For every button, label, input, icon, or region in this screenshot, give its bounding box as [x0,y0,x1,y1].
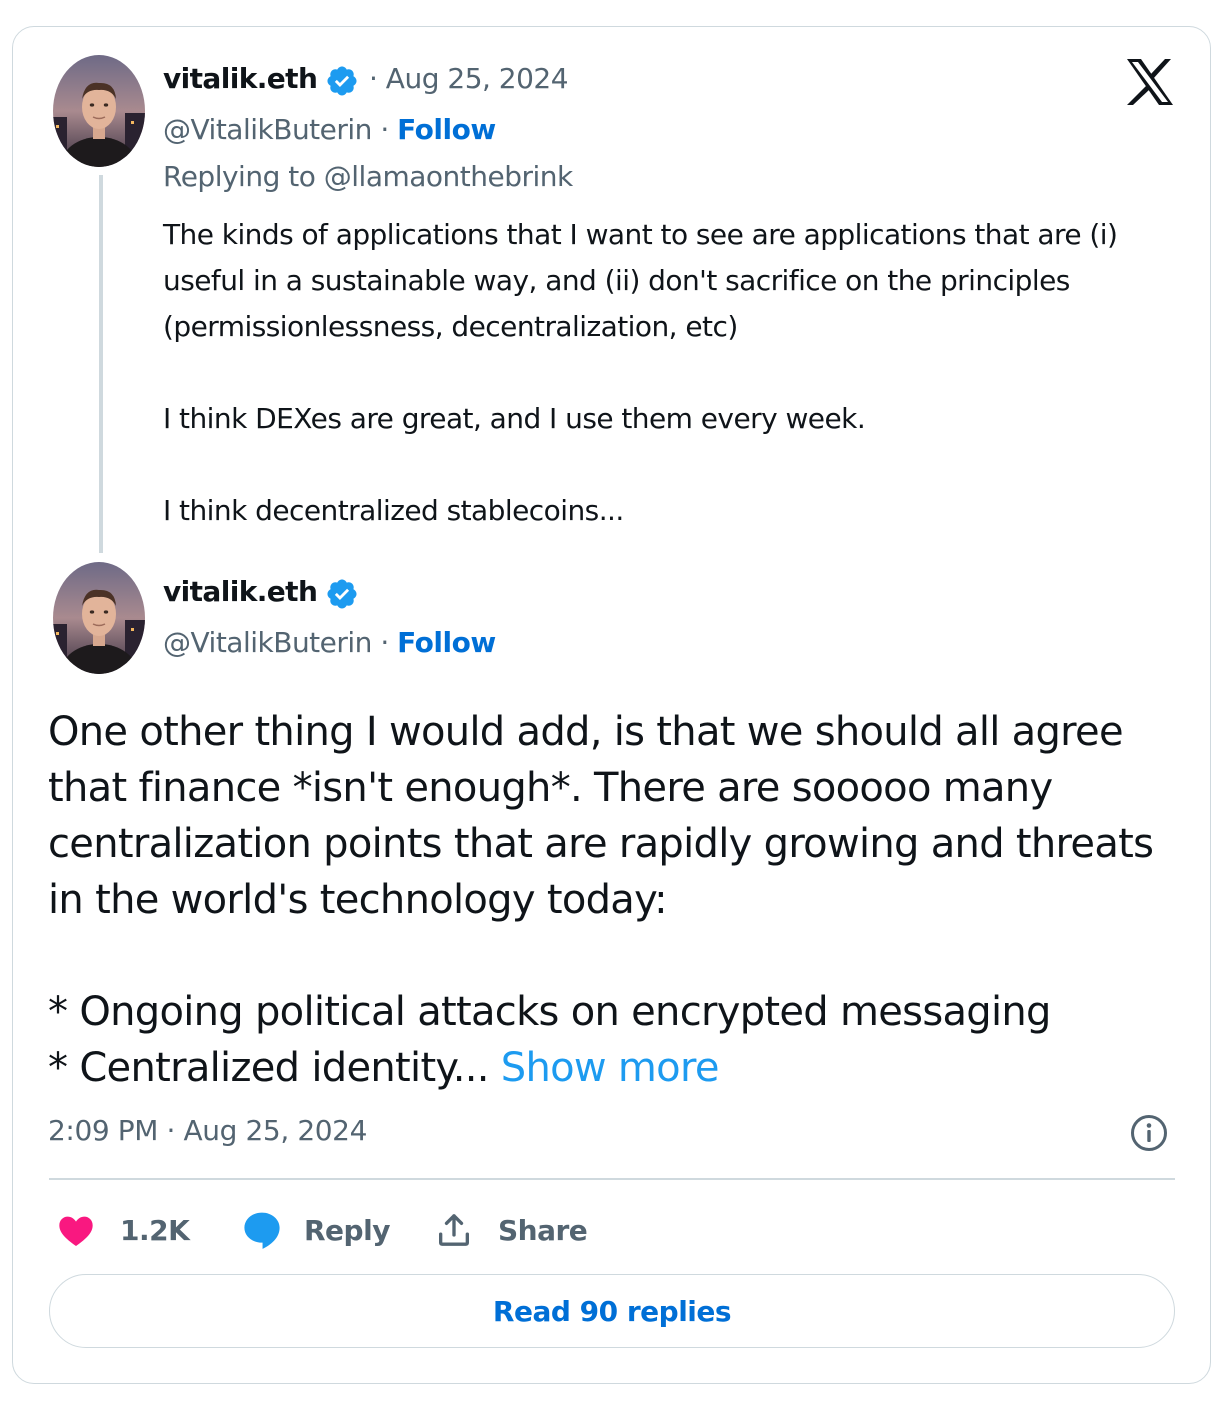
tweet-text-line-last: * Centralized identity... Show more [48,1040,1153,1096]
share-button[interactable]: Share [434,1206,588,1254]
separator: · [380,626,389,659]
display-name[interactable]: vitalik.eth [163,62,318,95]
tweet-text-line: I think decentralized stablecoins... [163,494,624,527]
tweet-text-line: (permissionlessness, decentralization, e… [163,310,738,343]
separator: · [380,113,389,146]
read-replies-button[interactable]: Read 90 replies [49,1274,1175,1348]
heart-icon [59,1216,93,1246]
divider [49,1178,1175,1180]
follow-button[interactable]: Follow [397,626,496,659]
replying-to[interactable]: Replying to @llamaonthebrink [163,160,573,193]
avatar[interactable] [53,562,145,674]
main-tweet-body[interactable]: One other thing I would add, is that we … [48,704,1154,1096]
like-count: 1.2K [120,1213,190,1247]
tweet-text-line: I think DEXes are great, and I use them … [163,402,866,435]
quoted-tweet-body[interactable]: The kinds of applications that I want to… [163,212,1118,534]
tweet-text-line: The kinds of applications that I want to… [163,218,1118,251]
tweet-text-line: * Ongoing political attacks on encrypted… [48,989,1051,1035]
verified-badge-icon [327,579,357,609]
avatar[interactable] [53,55,145,167]
tweet-text-line [163,350,1117,396]
tweet-timestamp[interactable]: 2:09 PM · Aug 25, 2024 [48,1114,367,1147]
tweet-text-line: centralization points that are rapidly g… [48,821,1154,867]
tweet-text-line [48,928,1153,984]
thread-connector-line [99,175,103,553]
share-upload-icon [439,1214,469,1246]
info-icon[interactable] [1129,1113,1169,1153]
tweet-text-fragment: * Centralized identity... [48,1045,501,1091]
speech-bubble-icon [244,1212,280,1249]
tweet-text-line: useful in a sustainable way, and (ii) do… [163,264,1070,297]
follow-button[interactable]: Follow [397,113,496,146]
handle-row: @VitalikButerin · Follow [163,113,496,146]
like-button[interactable]: 1.2K [56,1206,190,1254]
reply-button[interactable]: Reply [240,1206,390,1254]
verified-badge-icon [327,66,357,96]
share-label: Share [498,1213,588,1247]
tweet-date[interactable]: · Aug 25, 2024 [369,62,569,95]
x-logo-icon[interactable] [1125,58,1175,106]
handle[interactable]: @VitalikButerin [163,113,372,146]
tweet-text-line: that finance *isn't enough*. There are s… [48,765,1053,811]
reply-label: Reply [304,1213,390,1247]
handle-row: @VitalikButerin · Follow [163,626,496,659]
tweet-text-line [163,442,1117,488]
display-name[interactable]: vitalik.eth [163,575,318,608]
show-more-link[interactable]: Show more [501,1045,720,1091]
tweet-text-line: One other thing I would add, is that we … [48,709,1124,755]
handle[interactable]: @VitalikButerin [163,626,372,659]
tweet-text-line: in the world's technology today: [48,877,668,923]
